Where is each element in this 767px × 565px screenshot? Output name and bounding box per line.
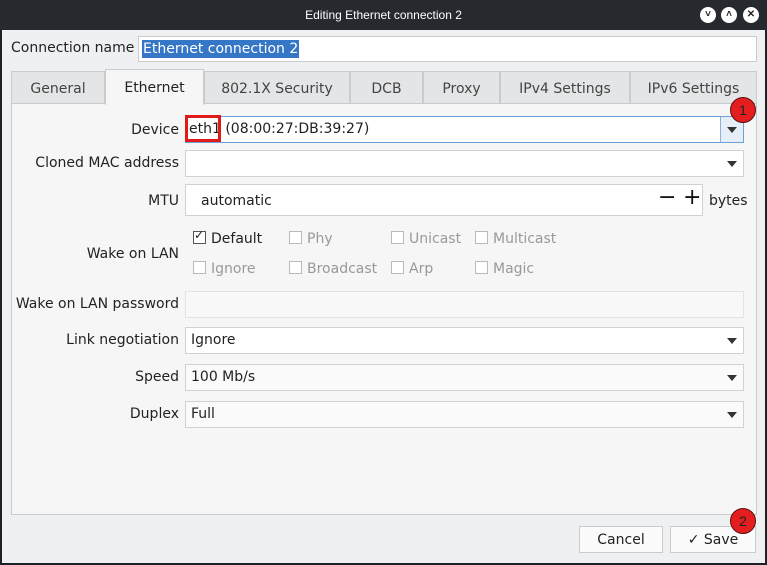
- dialog-body: Connection name Ethernet connection 2 Ge…: [2, 30, 765, 563]
- mtu-spinbox[interactable]: automatic − +: [185, 184, 703, 216]
- duplex-label: Duplex: [129, 406, 179, 422]
- mtu-label: MTU: [148, 193, 179, 209]
- checkbox-box: [289, 261, 302, 274]
- connection-name-input[interactable]: Ethernet connection 2: [138, 36, 757, 62]
- chevron-down-icon: [727, 338, 737, 344]
- wol-label: Wake on LAN: [86, 246, 179, 262]
- speed-value: 100 Mb/s: [191, 369, 256, 385]
- device-select[interactable]: eth1 (08:00:27:DB:39:27): [185, 116, 744, 143]
- cancel-label: Cancel: [597, 532, 645, 548]
- device-mac: (08:00:27:DB:39:27): [225, 121, 370, 137]
- wol-magic-label: Magic: [493, 261, 535, 277]
- window-title: Editing Ethernet connection 2: [305, 8, 462, 22]
- tab-ethernet[interactable]: Ethernet: [105, 69, 204, 105]
- duplex-value: Full: [191, 406, 215, 422]
- wol-default-label: Default: [211, 231, 263, 247]
- wol-password-label: Wake on LAN password: [15, 296, 179, 312]
- wol-default-checkbox[interactable]: ✓ Default: [193, 228, 263, 247]
- wol-magic-checkbox[interactable]: Magic: [475, 261, 534, 277]
- wol-unicast-label: Unicast: [409, 231, 462, 247]
- device-label: Device: [131, 122, 179, 138]
- mtu-increment-button[interactable]: +: [683, 187, 701, 209]
- wol-ignore-label: Ignore: [211, 261, 256, 277]
- save-label: Save: [703, 532, 739, 548]
- mtu-unit-label: bytes: [709, 193, 748, 209]
- chevron-down-icon: [727, 412, 737, 418]
- wol-broadcast-label: Broadcast: [307, 261, 378, 277]
- cloned-mac-select[interactable]: [185, 150, 744, 177]
- close-button[interactable]: ✕: [743, 7, 759, 23]
- tab-8021x-security[interactable]: 802.1X Security: [204, 71, 350, 104]
- wol-multicast-label: Multicast: [493, 231, 557, 247]
- checkbox-box: ✓: [193, 228, 206, 244]
- wol-unicast-checkbox[interactable]: Unicast: [391, 231, 461, 247]
- checkbox-box: [289, 231, 302, 244]
- link-negotiation-label: Link negotiation: [66, 332, 179, 348]
- speed-select[interactable]: 100 Mb/s: [185, 364, 744, 391]
- highlight-box: [185, 115, 221, 142]
- chevron-down-icon: [727, 161, 737, 167]
- window-titlebar: Editing Ethernet connection 2 ˅ ˄ ✕: [0, 0, 767, 30]
- checkbox-box: [391, 261, 404, 274]
- wol-arp-label: Arp: [409, 261, 434, 277]
- wol-phy-checkbox[interactable]: Phy: [289, 231, 333, 247]
- checkbox-box: [475, 231, 488, 244]
- checkbox-box: [193, 261, 206, 274]
- duplex-select[interactable]: Full: [185, 401, 744, 428]
- checkmark-icon: ✓: [194, 228, 205, 242]
- connection-name-label: Connection name: [11, 40, 135, 56]
- checkmark-icon: ✓: [687, 532, 700, 548]
- checkbox-box: [391, 231, 404, 244]
- link-negotiation-select[interactable]: Ignore: [185, 327, 744, 354]
- connection-name-value: Ethernet connection 2: [142, 40, 300, 58]
- chevron-down-icon: [727, 375, 737, 381]
- mtu-value: automatic: [201, 193, 272, 209]
- checkbox-box: [475, 261, 488, 274]
- wol-multicast-checkbox[interactable]: Multicast: [475, 231, 556, 247]
- cancel-button[interactable]: Cancel: [579, 526, 663, 553]
- annotation-badge-2: 2: [730, 508, 756, 534]
- minimize-button[interactable]: ˅: [700, 7, 716, 23]
- maximize-button[interactable]: ˄: [721, 7, 737, 23]
- wol-arp-checkbox[interactable]: Arp: [391, 261, 433, 277]
- tab-dcb[interactable]: DCB: [350, 71, 423, 104]
- wol-password-input[interactable]: [185, 291, 744, 318]
- tab-ipv4-settings[interactable]: IPv4 Settings: [500, 71, 630, 104]
- chevron-down-icon: [727, 127, 737, 133]
- tab-general[interactable]: General: [11, 71, 105, 104]
- wol-phy-label: Phy: [307, 231, 333, 247]
- tab-bar: General Ethernet 802.1X Security DCB Pro…: [11, 69, 757, 105]
- wol-ignore-checkbox[interactable]: Ignore: [193, 261, 256, 277]
- wol-broadcast-checkbox[interactable]: Broadcast: [289, 261, 377, 277]
- annotation-badge-1: 1: [730, 97, 756, 123]
- speed-label: Speed: [135, 369, 179, 385]
- tab-proxy[interactable]: Proxy: [423, 71, 500, 104]
- cloned-mac-label: Cloned MAC address: [35, 155, 179, 171]
- mtu-decrement-button[interactable]: −: [658, 187, 676, 209]
- link-negotiation-value: Ignore: [191, 332, 236, 348]
